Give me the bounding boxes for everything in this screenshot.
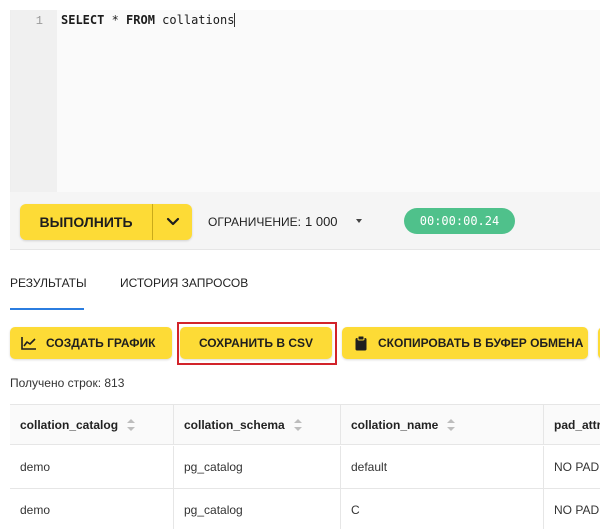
line-number: 1 xyxy=(35,14,43,28)
table-cell: default xyxy=(341,446,544,489)
chevron-down-icon xyxy=(166,217,179,226)
copy-clipboard-label: СКОПИРОВАТЬ В БУФЕР ОБМЕНА xyxy=(378,336,584,350)
sort-icon[interactable] xyxy=(126,418,136,432)
clipboard-icon xyxy=(352,334,370,352)
keyword-select: SELECT xyxy=(61,13,105,27)
column-header-label: collation_name xyxy=(351,418,439,432)
run-split-button: ВЫПОЛНИТЬ xyxy=(20,204,192,240)
execution-timer: 00:00:00.24 xyxy=(404,208,515,234)
star-token: * xyxy=(104,13,127,27)
line-gutter: 1 xyxy=(11,10,57,192)
result-tabs: РЕЗУЛЬТАТЫ ИСТОРИЯ ЗАПРОСОВ xyxy=(10,276,600,310)
table-cell: demo xyxy=(10,446,174,489)
limit-label: ОГРАНИЧЕНИЕ: xyxy=(208,215,301,229)
table-row[interactable]: demo pg_catalog default NO PAD xyxy=(10,446,600,489)
query-toolbar: ВЫПОЛНИТЬ ОГРАНИЧЕНИЕ: 1 000 00:00:00.24 xyxy=(10,192,600,250)
sort-icon[interactable] xyxy=(293,418,303,432)
chart-icon xyxy=(20,334,38,352)
table-cell: pg_catalog xyxy=(174,446,341,489)
table-row[interactable]: demo pg_catalog C NO PAD xyxy=(10,489,600,529)
sql-console: 1 SELECT * FROM collations ВЫПОЛНИТЬ ОГР… xyxy=(0,0,600,529)
keyword-from: FROM xyxy=(126,13,155,27)
table-header: collation_catalog collation_schema colla… xyxy=(10,405,600,445)
table-cell: NO PAD xyxy=(544,446,600,489)
tab-results[interactable]: РЕЗУЛЬТАТЫ xyxy=(10,276,87,310)
table-cell: demo xyxy=(10,489,174,529)
column-header[interactable]: collation_name xyxy=(341,405,544,445)
copy-clipboard-button[interactable]: СКОПИРОВАТЬ В БУФЕР ОБМЕНА xyxy=(342,327,588,359)
table-cell: pg_catalog xyxy=(174,489,341,529)
caret-down-icon[interactable] xyxy=(354,216,364,226)
sql-editor[interactable]: 1 SELECT * FROM collations xyxy=(10,10,600,192)
column-header-label: pad_attr xyxy=(554,418,600,432)
tab-query-history[interactable]: ИСТОРИЯ ЗАПРОСОВ xyxy=(120,276,248,310)
column-header-label: collation_catalog xyxy=(20,418,119,432)
column-header[interactable]: collation_schema xyxy=(174,405,341,445)
table-cell: C xyxy=(341,489,544,529)
table-cell: NO PAD xyxy=(544,489,600,529)
run-button[interactable]: ВЫПОЛНИТЬ xyxy=(20,204,153,240)
column-header[interactable]: collation_catalog xyxy=(10,405,174,445)
highlight-box xyxy=(177,322,337,365)
text-caret xyxy=(234,13,236,27)
sort-icon[interactable] xyxy=(446,418,456,432)
run-options-button[interactable] xyxy=(153,204,192,240)
create-chart-label: СОЗДАТЬ ГРАФИК xyxy=(46,336,156,350)
results-table: collation_catalog collation_schema colla… xyxy=(10,404,600,529)
sql-code[interactable]: SELECT * FROM collations xyxy=(61,13,236,27)
column-header-label: collation_schema xyxy=(184,418,285,432)
rows-received-text: Получено строк: 813 xyxy=(10,376,125,390)
create-chart-button[interactable]: СОЗДАТЬ ГРАФИК xyxy=(10,327,172,359)
table-token: collations xyxy=(154,13,235,27)
limit-select[interactable]: 1 000 xyxy=(305,214,338,229)
column-header[interactable]: pad_attr xyxy=(544,405,600,445)
